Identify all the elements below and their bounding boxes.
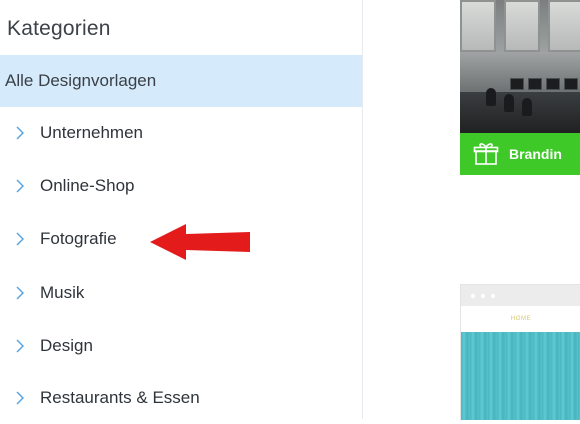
category-label: Design <box>40 336 93 355</box>
chevron-right-icon <box>0 391 40 405</box>
browser-dot-icon <box>471 293 475 298</box>
browser-dot-icon <box>491 293 495 298</box>
chevron-right-icon <box>0 232 40 246</box>
category-item-online-shop[interactable]: Online-Shop <box>0 160 362 212</box>
thumbnail-monitor <box>528 78 542 90</box>
thumbnail-monitor <box>510 78 524 90</box>
category-item-restaurants[interactable]: Restaurants & Essen <box>0 372 362 424</box>
branding-label: Brandin <box>509 146 562 162</box>
chevron-right-icon <box>0 339 40 353</box>
category-label: Unternehmen <box>40 123 144 142</box>
category-item-business[interactable]: Unternehmen <box>0 107 362 159</box>
category-sidebar: Kategorien Alle Designvorlagen Unternehm… <box>0 0 363 419</box>
chevron-right-icon <box>0 179 40 193</box>
gift-box-icon <box>473 141 499 167</box>
red-arrow-left-icon <box>150 224 250 260</box>
category-label: Online-Shop <box>40 176 135 195</box>
browser-dot-icon <box>481 293 485 298</box>
template-thumbnail-office <box>460 0 580 133</box>
chevron-right-icon <box>0 286 40 300</box>
preview-hero-image <box>461 332 580 420</box>
category-item-music[interactable]: Musik <box>0 267 362 319</box>
category-item-design[interactable]: Design <box>0 320 362 372</box>
category-item-all-templates[interactable]: Alle Designvorlagen <box>0 55 362 107</box>
thumbnail-desk <box>460 92 580 133</box>
template-gallery: Brandin HOME <box>363 0 580 420</box>
branding-banner[interactable]: Brandin <box>460 133 580 175</box>
category-label: Restaurants & Essen <box>40 388 200 407</box>
thumbnail-window <box>460 0 496 52</box>
thumbnail-monitor <box>564 78 578 90</box>
thumbnail-person <box>504 94 514 112</box>
preview-nav-home: HOME <box>461 306 580 332</box>
template-card-website-preview[interactable]: HOME <box>460 284 580 420</box>
thumbnail-monitor <box>546 78 560 90</box>
thumbnail-person <box>522 98 532 116</box>
category-label: Musik <box>40 283 85 302</box>
sidebar-title: Kategorien <box>7 17 111 40</box>
browser-chrome <box>461 285 580 306</box>
thumbnail-person <box>486 88 496 106</box>
template-card-branding[interactable]: Brandin <box>460 0 580 175</box>
thumbnail-window <box>504 0 540 52</box>
thumbnail-window <box>548 0 580 52</box>
category-label: Alle Designvorlagen <box>5 71 157 90</box>
chevron-right-icon <box>0 126 40 140</box>
category-label: Fotografie <box>40 229 117 248</box>
